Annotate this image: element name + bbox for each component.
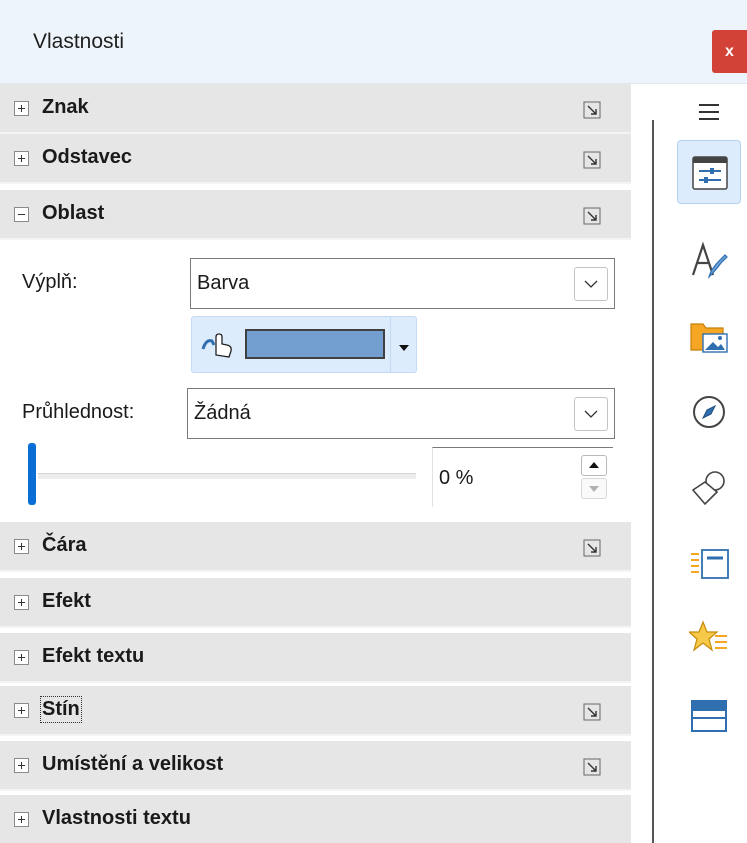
tab-shapes[interactable] [677, 456, 741, 520]
transparency-slider-thumb[interactable] [28, 443, 36, 505]
expand-icon[interactable] [14, 758, 29, 773]
transition-icon [691, 549, 729, 579]
hamburger-menu-icon[interactable] [699, 104, 719, 120]
section-header-vlastnosti-textu[interactable]: Vlastnosti textu [0, 795, 631, 843]
section-label: Efekt [42, 590, 91, 612]
styles-icon [691, 241, 728, 279]
spin-up-button[interactable] [581, 455, 607, 476]
section-header-odstavec[interactable]: Odstavec [0, 134, 631, 184]
expand-icon[interactable] [14, 539, 29, 554]
tab-gallery[interactable] [677, 304, 741, 368]
section-header-oblast[interactable]: Oblast [0, 190, 631, 240]
master-slide-icon [691, 700, 727, 732]
section-header-efekt[interactable]: Efekt [0, 578, 631, 628]
sidebar-tab-bar [631, 84, 747, 843]
transparency-spin-value: 0 % [439, 467, 474, 489]
spin-down-button[interactable] [581, 478, 607, 499]
star-animation-icon [689, 620, 727, 652]
fill-label: Výplň: [22, 271, 78, 293]
fill-color-swatch[interactable] [245, 329, 385, 359]
expand-icon[interactable] [14, 101, 29, 116]
tab-master-slides[interactable] [677, 684, 741, 748]
more-options-icon[interactable] [583, 703, 601, 721]
gallery-icon [690, 323, 728, 353]
fill-color-picker[interactable] [191, 316, 417, 373]
shapes-icon [691, 471, 725, 506]
transparency-dropdown[interactable]: Žádná [187, 388, 615, 439]
section-label: Vlastnosti textu [42, 807, 191, 829]
section-label: Oblast [42, 202, 105, 224]
more-options-icon[interactable] [583, 539, 601, 557]
transparency-label: Průhlednost: [22, 401, 135, 423]
dropdown-button[interactable] [574, 397, 608, 431]
section-header-stin[interactable]: Stín [0, 686, 631, 736]
transparency-spinbox[interactable]: 0 % [432, 447, 613, 507]
expand-icon[interactable] [14, 595, 29, 610]
section-header-znak[interactable]: Znak [0, 84, 631, 134]
section-label: Umístění a velikost [42, 753, 224, 775]
sliders-icon [692, 156, 728, 190]
compass-icon [693, 396, 725, 428]
section-label: Odstavec [42, 146, 133, 168]
collapse-icon[interactable] [14, 207, 29, 222]
transparency-value: Žádná [194, 402, 251, 424]
tab-navigator[interactable] [677, 380, 741, 444]
expand-icon[interactable] [14, 151, 29, 166]
tab-properties[interactable] [677, 140, 741, 204]
transparency-slider-track[interactable] [38, 473, 416, 479]
section-header-cara[interactable]: Čára [0, 522, 631, 572]
tab-animation[interactable] [677, 606, 741, 670]
more-options-icon[interactable] [583, 758, 601, 776]
close-button[interactable]: x [712, 30, 747, 73]
section-label: Efekt textu [42, 645, 145, 667]
color-dropdown-arrow[interactable] [390, 317, 416, 372]
section-label: Čára [42, 534, 87, 556]
more-options-icon[interactable] [583, 151, 601, 169]
section-label: Znak [42, 96, 89, 118]
tab-styles[interactable] [677, 229, 741, 293]
fill-value: Barva [197, 272, 250, 294]
tab-slide-transition[interactable] [677, 532, 741, 596]
expand-icon[interactable] [14, 703, 29, 718]
divider [652, 120, 654, 843]
dropdown-button[interactable] [574, 267, 608, 301]
section-header-efekt-textu[interactable]: Efekt textu [0, 633, 631, 683]
window-title: Vlastnosti [33, 30, 125, 53]
more-options-icon[interactable] [583, 101, 601, 119]
section-header-umisteni[interactable]: Umístění a velikost [0, 741, 631, 791]
fill-dropdown[interactable]: Barva [190, 258, 615, 309]
chevron-down-icon [584, 280, 598, 288]
expand-icon[interactable] [14, 812, 29, 827]
fill-hand-icon [201, 333, 232, 358]
chevron-down-icon [584, 410, 598, 418]
section-label: Stín [40, 696, 82, 723]
expand-icon[interactable] [14, 650, 29, 665]
more-options-icon[interactable] [583, 207, 601, 225]
title-bar: Vlastnosti x [0, 0, 747, 84]
